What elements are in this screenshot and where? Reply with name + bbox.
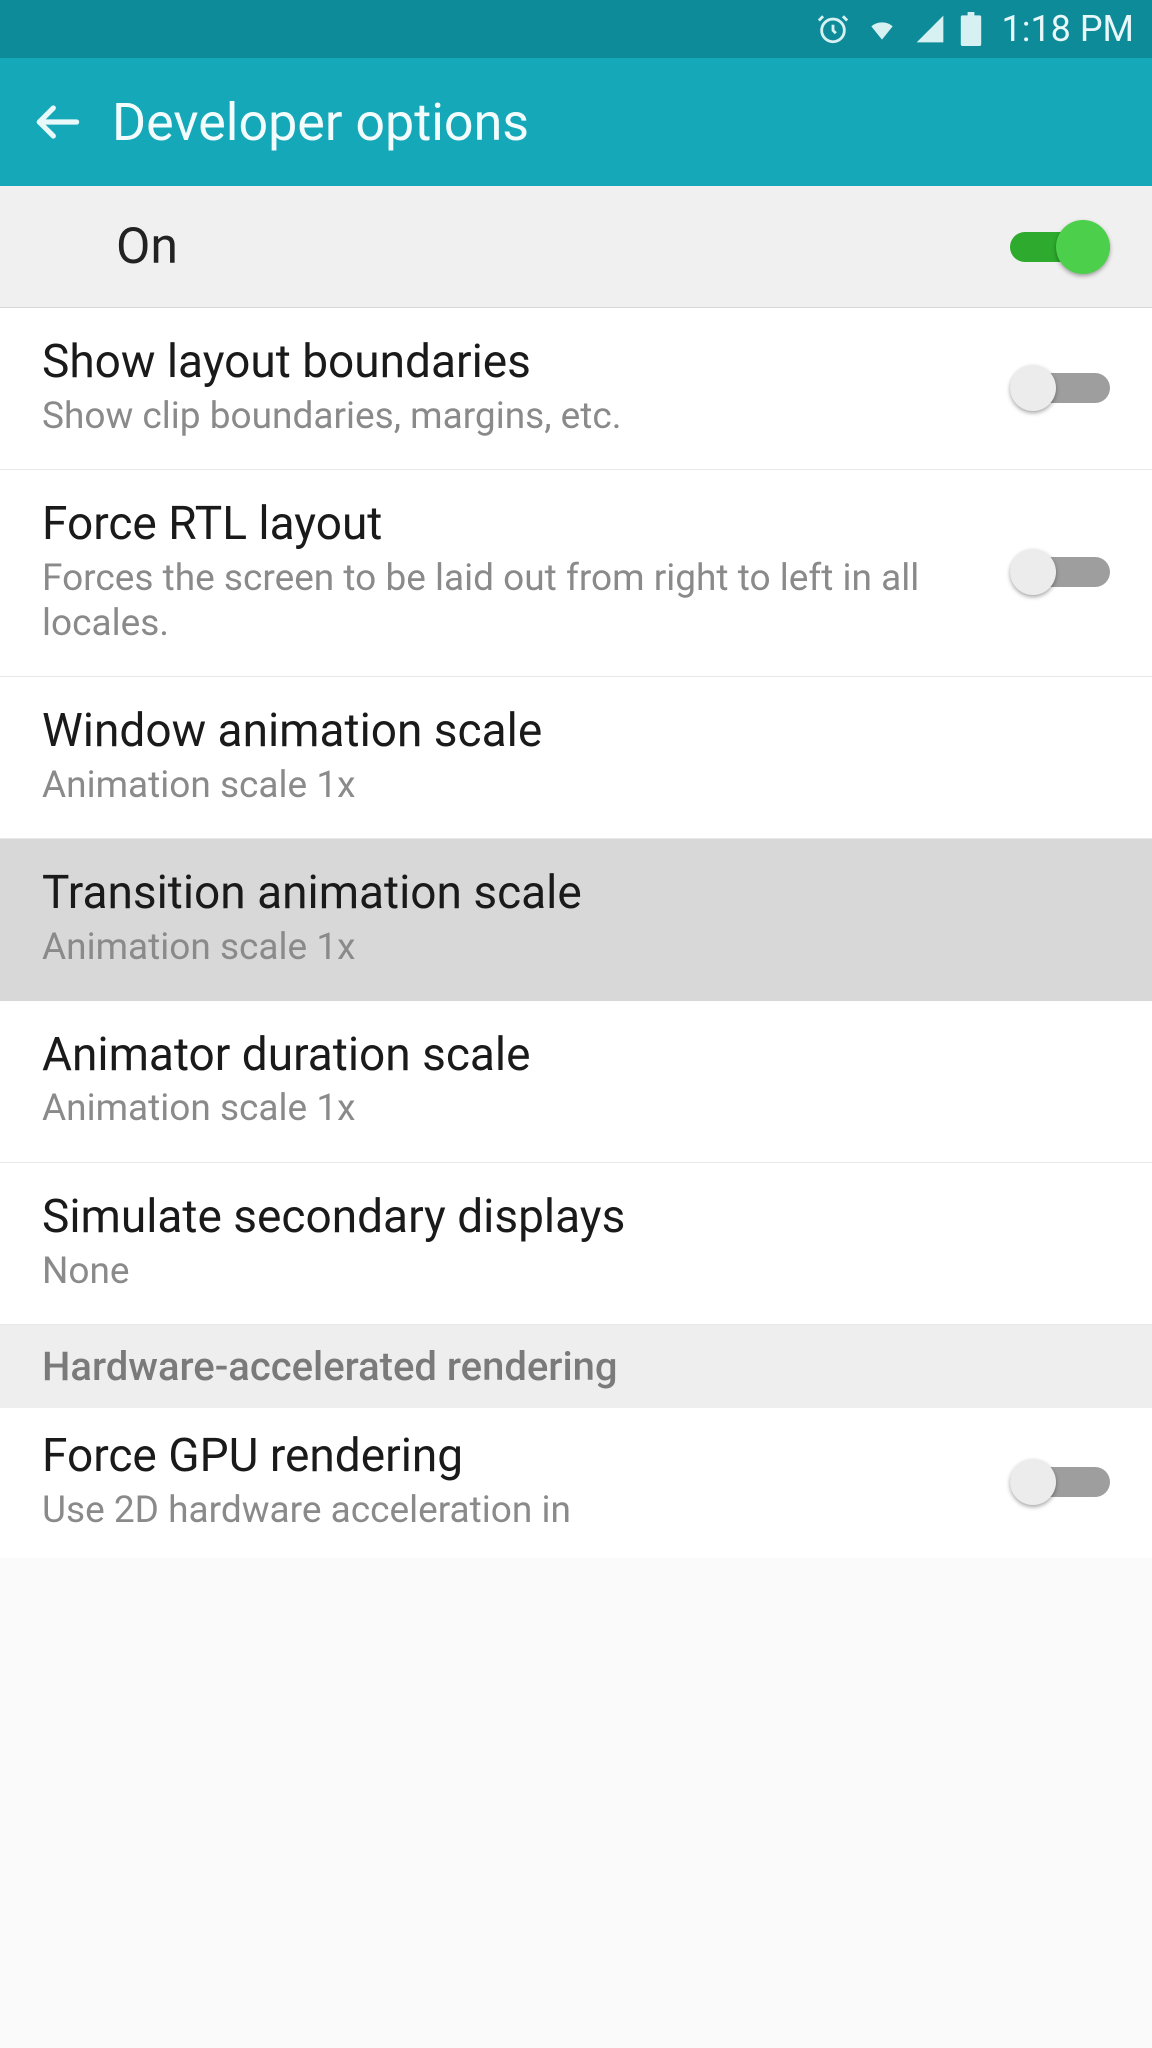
setting-animator-duration-scale[interactable]: Animator duration scale Animation scale … — [0, 1001, 1152, 1163]
signal-icon — [914, 13, 946, 45]
master-toggle-switch[interactable] — [1010, 223, 1110, 271]
setting-title: Show layout boundaries — [42, 336, 990, 389]
setting-subtitle: Show clip boundaries, margins, etc. — [42, 395, 990, 439]
setting-title: Force RTL layout — [42, 498, 990, 551]
app-bar: Developer options — [0, 58, 1152, 186]
setting-simulate-secondary-displays[interactable]: Simulate secondary displays None — [0, 1163, 1152, 1325]
setting-title: Window animation scale — [42, 705, 1090, 758]
battery-icon — [960, 12, 982, 46]
setting-show-layout-boundaries[interactable]: Show layout boundaries Show clip boundar… — [0, 308, 1152, 470]
setting-title: Animator duration scale — [42, 1029, 1090, 1082]
toggle-switch[interactable] — [1010, 1458, 1110, 1506]
setting-window-animation-scale[interactable]: Window animation scale Animation scale 1… — [0, 677, 1152, 839]
settings-list: Show layout boundaries Show clip boundar… — [0, 308, 1152, 1558]
setting-title: Transition animation scale — [42, 867, 1090, 920]
setting-title: Simulate secondary displays — [42, 1191, 1090, 1244]
wifi-icon — [864, 13, 900, 45]
master-toggle-label: On — [116, 218, 1010, 276]
setting-subtitle: Forces the screen to be laid out from ri… — [42, 557, 990, 646]
back-button[interactable] — [30, 94, 86, 150]
setting-force-gpu-rendering[interactable]: Force GPU rendering Use 2D hardware acce… — [0, 1408, 1152, 1558]
setting-subtitle: Animation scale 1x — [42, 926, 1090, 970]
master-toggle-row[interactable]: On — [0, 186, 1152, 308]
alarm-icon — [816, 12, 850, 46]
status-bar: 1:18 PM — [0, 0, 1152, 58]
status-clock: 1:18 PM — [1002, 8, 1135, 50]
toggle-switch[interactable] — [1010, 364, 1110, 412]
setting-subtitle: Use 2D hardware acceleration in — [42, 1489, 990, 1533]
section-header-hw-rendering: Hardware-accelerated rendering — [0, 1325, 1152, 1408]
setting-subtitle: Animation scale 1x — [42, 764, 1090, 808]
page-title: Developer options — [112, 92, 529, 153]
setting-subtitle: Animation scale 1x — [42, 1087, 1090, 1131]
toggle-switch[interactable] — [1010, 548, 1110, 596]
setting-subtitle: None — [42, 1250, 1090, 1294]
setting-title: Force GPU rendering — [42, 1430, 990, 1483]
setting-transition-animation-scale[interactable]: Transition animation scale Animation sca… — [0, 839, 1152, 1000]
setting-force-rtl-layout[interactable]: Force RTL layout Forces the screen to be… — [0, 470, 1152, 677]
